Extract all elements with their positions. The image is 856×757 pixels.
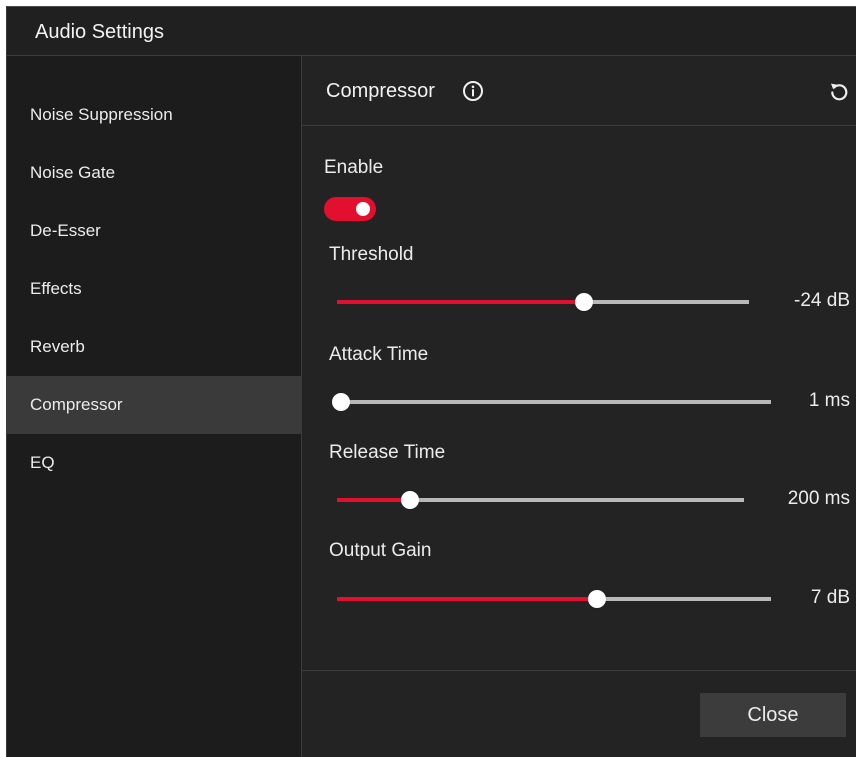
sidebar-item-noise-gate[interactable]: Noise Gate — [7, 144, 302, 202]
attack-time-value: 1 ms — [808, 390, 850, 411]
compressor-panel: Compressor Enable Threshold -24 dB Attac… — [302, 56, 856, 757]
panel-header: Compressor — [302, 56, 856, 126]
sidebar-item-reverb[interactable]: Reverb — [7, 318, 302, 376]
release-time-label: Release Time — [329, 442, 446, 463]
enable-label: Enable — [324, 157, 384, 178]
release-time-fill — [337, 498, 411, 502]
enable-toggle[interactable] — [324, 197, 376, 221]
reset-icon[interactable] — [828, 80, 850, 102]
threshold-fill — [337, 300, 585, 304]
sidebar-item-eq[interactable]: EQ — [7, 434, 302, 492]
output-gain-fill — [337, 597, 598, 601]
sidebar-item-compressor[interactable]: Compressor — [7, 376, 302, 434]
attack-time-label: Attack Time — [329, 344, 429, 365]
output-gain-slider[interactable] — [337, 590, 771, 608]
panel-footer: Close — [302, 670, 856, 757]
release-time-thumb[interactable] — [401, 491, 420, 509]
sidebar-item-effects[interactable]: Effects — [7, 260, 302, 318]
window-title: Audio Settings — [35, 21, 164, 43]
audio-settings-window: Audio Settings Noise Suppression Noise G… — [6, 6, 856, 757]
release-time-slider[interactable] — [337, 491, 744, 509]
attack-time-thumb[interactable] — [332, 393, 350, 411]
attack-time-slider[interactable] — [332, 393, 771, 411]
threshold-slider[interactable] — [337, 293, 749, 311]
sidebar-item-de-esser[interactable]: De-Esser — [7, 202, 302, 260]
close-button[interactable]: Close — [700, 693, 846, 737]
info-icon[interactable] — [462, 80, 484, 102]
sidebar-item-noise-suppression[interactable]: Noise Suppression — [7, 86, 302, 144]
threshold-label: Threshold — [329, 244, 414, 265]
output-gain-value: 7 dB — [810, 587, 850, 608]
release-time-value: 200 ms — [787, 488, 850, 509]
threshold-value: -24 dB — [794, 290, 850, 311]
sidebar: Noise Suppression Noise Gate De-Esser Ef… — [7, 56, 302, 757]
output-gain-label: Output Gain — [329, 540, 432, 561]
threshold-thumb[interactable] — [575, 293, 594, 311]
toggle-knob — [356, 202, 370, 216]
title-bar: Audio Settings — [7, 7, 856, 56]
panel-title: Compressor — [326, 80, 435, 102]
output-gain-thumb[interactable] — [588, 590, 607, 608]
